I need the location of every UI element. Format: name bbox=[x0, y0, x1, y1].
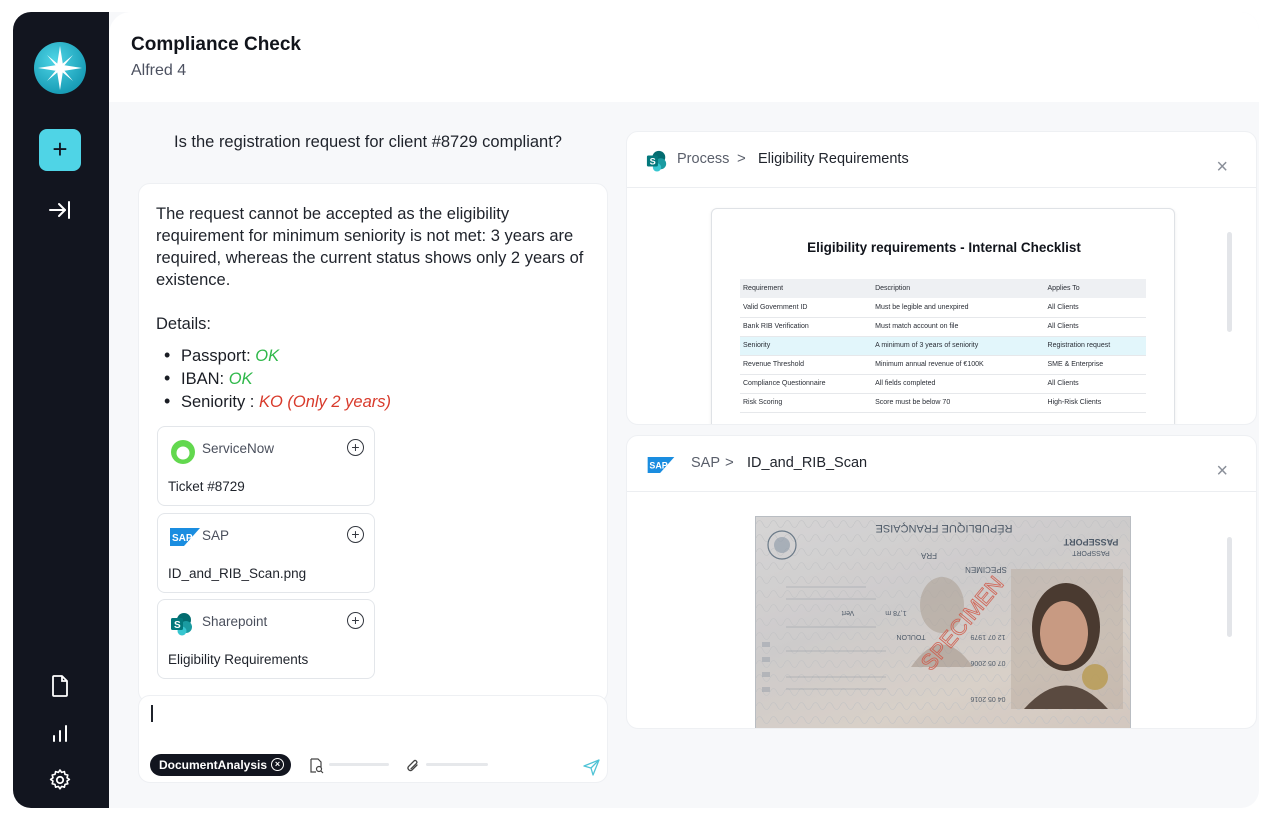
breadcrumb-current: Eligibility Requirements bbox=[758, 151, 909, 167]
passport-illustration: RÉPUBLIQUE FRANÇAISE PASSEPORT PASSPORT … bbox=[756, 517, 1130, 728]
remove-tool-icon[interactable]: × bbox=[271, 758, 285, 771]
passport-scan-image: RÉPUBLIQUE FRANÇAISE PASSEPORT PASSPORT … bbox=[755, 516, 1131, 728]
details-list: Passport: OK IBAN: OK Seniority : KO (On… bbox=[164, 344, 391, 413]
breadcrumb-root[interactable]: SAP bbox=[691, 455, 720, 471]
breadcrumb-root[interactable]: Process bbox=[677, 151, 729, 167]
tool-pill-document-analysis[interactable]: DocumentAnalysis × bbox=[150, 754, 292, 776]
table-row: Compliance Questionnaire All fields compl… bbox=[740, 374, 1146, 394]
sidebar: + bbox=[13, 12, 109, 808]
send-icon[interactable] bbox=[583, 759, 600, 776]
table-row: Bank RIB Verification Must match account … bbox=[740, 317, 1146, 337]
svg-text:12 07 1979: 12 07 1979 bbox=[970, 633, 1005, 640]
new-chat-button[interactable]: + bbox=[39, 129, 81, 171]
document-title: Eligibility requirements - Internal Chec… bbox=[807, 240, 1081, 255]
panel-breadcrumb: S Process > Eligibility Requirements × bbox=[627, 132, 1256, 188]
attach-icon[interactable] bbox=[406, 758, 420, 774]
breadcrumb-separator: > bbox=[725, 454, 734, 471]
panel-scrollbar[interactable] bbox=[1227, 232, 1232, 332]
svg-text:1,78 m: 1,78 m bbox=[885, 609, 907, 616]
table-row: Revenue Threshold Minimum annual revenue … bbox=[740, 355, 1146, 375]
gear-icon[interactable] bbox=[47, 767, 73, 793]
svg-text:RÉPUBLIQUE FRANÇAISE: RÉPUBLIQUE FRANÇAISE bbox=[876, 522, 1013, 535]
sap-logo-icon: SAP bbox=[170, 528, 200, 546]
svg-text:S: S bbox=[174, 620, 181, 631]
document-panel-process: S Process > Eligibility Requirements × E… bbox=[626, 131, 1257, 425]
source-card-sap[interactable]: SAP SAP + ID_and_RIB_Scan.png bbox=[157, 513, 375, 593]
table-row-highlighted: Seniority A minimum of 3 years of seniori… bbox=[740, 336, 1146, 356]
detail-item: Seniority : KO (Only 2 years) bbox=[164, 390, 391, 413]
collapse-arrow-icon[interactable] bbox=[47, 197, 73, 223]
document-panel-sap: SAP SAP > ID_and_RIB_Scan × RÉPUBLIQUE F… bbox=[626, 435, 1257, 729]
servicenow-logo-icon bbox=[171, 440, 195, 464]
svg-text:04 05 2016: 04 05 2016 bbox=[970, 695, 1005, 702]
svg-text:Vert: Vert bbox=[842, 609, 855, 616]
page-header: Compliance Check Alfred 4 bbox=[109, 12, 1259, 102]
add-source-button[interactable]: + bbox=[347, 439, 364, 456]
user-question: Is the registration request for client #… bbox=[174, 133, 562, 151]
checklist-document: Eligibility requirements - Internal Chec… bbox=[711, 208, 1175, 424]
details-label: Details: bbox=[156, 315, 212, 333]
app-window: + Compliance Check Alfred 4 Is the regis… bbox=[13, 12, 1259, 808]
sharepoint-logo-icon: S bbox=[171, 613, 192, 636]
table-header-row: Requirement Description Applies To bbox=[740, 279, 1146, 298]
svg-text:SPECIMEN: SPECIMEN bbox=[965, 565, 1007, 574]
text-cursor bbox=[151, 705, 153, 722]
add-source-button[interactable]: + bbox=[347, 526, 364, 543]
attach-progress-bar bbox=[426, 763, 488, 766]
main-area: Compliance Check Alfred 4 Is the registr… bbox=[109, 12, 1259, 808]
bar-chart-icon[interactable] bbox=[47, 721, 73, 747]
document-icon[interactable] bbox=[47, 673, 73, 699]
document-search-icon[interactable] bbox=[309, 758, 324, 774]
close-panel-button[interactable]: × bbox=[1216, 157, 1228, 177]
sharepoint-logo-icon: S bbox=[646, 150, 667, 172]
svg-text:S: S bbox=[650, 157, 656, 167]
page-title: Compliance Check bbox=[131, 34, 301, 55]
detail-item: Passport: OK bbox=[164, 344, 391, 367]
svg-text:PASSPORT: PASSPORT bbox=[1072, 549, 1110, 556]
add-source-button[interactable]: + bbox=[347, 612, 364, 629]
table-row: Valid Government ID Must be legible and u… bbox=[740, 298, 1146, 318]
svg-text:TOULON: TOULON bbox=[896, 633, 925, 640]
detail-item: IBAN: OK bbox=[164, 367, 391, 390]
message-composer[interactable]: DocumentAnalysis × bbox=[138, 695, 608, 783]
page-subtitle: Alfred 4 bbox=[131, 62, 187, 79]
svg-text:SAP: SAP bbox=[649, 461, 667, 471]
svg-text:SAP: SAP bbox=[172, 533, 193, 544]
panel-scrollbar[interactable] bbox=[1227, 537, 1232, 637]
source-card-servicenow[interactable]: ServiceNow + Ticket #8729 bbox=[157, 426, 375, 506]
breadcrumb-separator: > bbox=[737, 150, 746, 167]
app-logo-icon[interactable] bbox=[34, 42, 86, 94]
svg-text:07 05 2006: 07 05 2006 bbox=[970, 659, 1005, 666]
table-row: Risk Scoring Score must be below 70 High-R… bbox=[740, 393, 1146, 413]
close-panel-button[interactable]: × bbox=[1216, 461, 1228, 481]
requirements-table: Requirement Description Applies To Valid… bbox=[740, 279, 1146, 413]
svg-text:PASSEPORT: PASSEPORT bbox=[1063, 537, 1118, 547]
breadcrumb-current: ID_and_RIB_Scan bbox=[747, 455, 868, 471]
source-card-sharepoint[interactable]: S Sharepoint + Eligibility Requirements bbox=[157, 599, 375, 679]
sap-logo-icon: SAP bbox=[647, 457, 675, 473]
answer-intro: The request cannot be accepted as the el… bbox=[156, 205, 584, 289]
panel-breadcrumb: SAP SAP > ID_and_RIB_Scan × bbox=[627, 436, 1256, 492]
tool-progress-bar bbox=[329, 763, 389, 766]
assistant-answer-card: The request cannot be accepted as the el… bbox=[138, 183, 608, 703]
svg-text:FRA: FRA bbox=[920, 551, 937, 560]
